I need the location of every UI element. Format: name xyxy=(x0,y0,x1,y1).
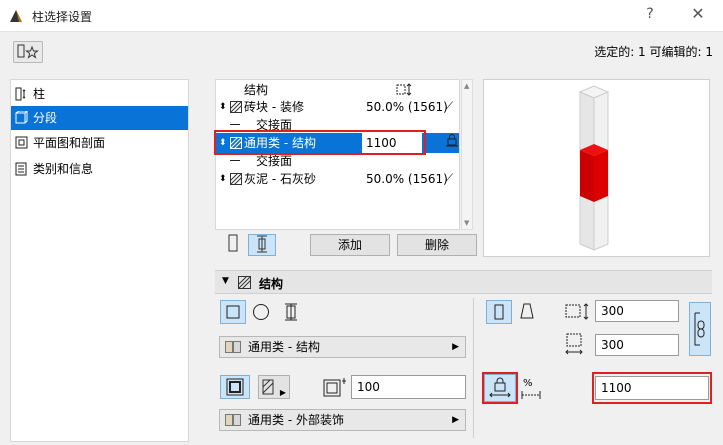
segment-value: 50.0% (1561) xyxy=(366,172,448,186)
straight-profile-icon xyxy=(494,304,504,320)
app-icon xyxy=(10,10,22,22)
highlight-box xyxy=(592,372,712,404)
depth-icon xyxy=(565,333,583,355)
material-swatch-icon xyxy=(225,414,233,426)
segment-name: 灰泥 - 石灰砂 xyxy=(244,172,316,186)
percent-height-button[interactable]: % xyxy=(520,376,542,400)
material-swatch-icon xyxy=(233,341,241,353)
core-button[interactable] xyxy=(220,375,250,399)
tapered-segment-button[interactable] xyxy=(248,234,276,256)
junction-line-icon xyxy=(230,124,240,125)
rectangle-icon xyxy=(226,305,240,319)
add-button[interactable]: 添加 xyxy=(310,234,390,256)
segment-name: 砖块 - 装修 xyxy=(244,100,304,114)
material-top-label: 通用类 - 结构 xyxy=(248,340,320,354)
height-icon xyxy=(396,83,412,96)
width-input[interactable]: 300 xyxy=(595,300,679,322)
veneer-type-dropdown[interactable]: ▶ xyxy=(258,375,290,399)
circle-icon xyxy=(253,304,269,320)
sidebar-item-label: 类别和信息 xyxy=(33,162,94,176)
hatch-icon xyxy=(230,101,242,113)
sidebar-item-label: 柱 xyxy=(33,87,46,101)
sidebar-item-floor-plan[interactable]: 平面图和剖面 xyxy=(11,131,188,155)
junction-line-icon xyxy=(230,160,240,161)
list-scrollbar[interactable]: ▲ ▼ xyxy=(461,79,473,230)
highlight-box xyxy=(482,372,518,404)
window-title: 柱选择设置 xyxy=(32,10,93,24)
straight-profile-button[interactable] xyxy=(486,300,512,324)
collapse-arrow-icon[interactable]: ▼ xyxy=(222,276,229,286)
hatch-icon xyxy=(238,276,251,289)
favorites-icon xyxy=(17,44,39,59)
title-bar: 柱选择设置 ? ✕ xyxy=(0,0,723,32)
percent-label: % xyxy=(523,378,533,389)
link-dimensions-button[interactable] xyxy=(689,302,711,356)
sidebar-item-category[interactable]: 类别和信息 xyxy=(11,157,188,181)
veneer-thickness-icon xyxy=(323,378,346,397)
link-icon[interactable]: ⟋ xyxy=(446,97,460,117)
list-item[interactable]: ⬍ 砖块 - 装修 50.0% (1561) ⟋ xyxy=(216,97,459,117)
depth-input[interactable]: 300 xyxy=(595,334,679,356)
lock-icon[interactable] xyxy=(445,133,459,147)
dropdown-arrow-icon: ▶ xyxy=(452,342,459,352)
proportional-icon xyxy=(521,391,541,399)
straight-segment-icon xyxy=(228,234,238,252)
scroll-down-icon[interactable]: ▼ xyxy=(464,219,469,227)
material-bottom-label: 通用类 - 外部装饰 xyxy=(248,413,344,427)
column-icon xyxy=(15,87,26,101)
i-beam-segment-icon xyxy=(257,235,267,253)
tapered-profile-button[interactable] xyxy=(519,302,539,322)
material-swatch-icon xyxy=(233,414,241,426)
column-3d-icon xyxy=(578,85,610,251)
dropdown-arrow-icon: ▶ xyxy=(279,388,286,397)
divider xyxy=(473,298,474,438)
sidebar-item-segments[interactable]: 分段 xyxy=(11,106,188,130)
list-item[interactable]: ⬍ 灰泥 - 石灰砂 50.0% (1561) ⟋ xyxy=(216,169,459,189)
i-beam-icon xyxy=(285,303,297,321)
circle-shape-button[interactable] xyxy=(251,302,273,324)
structure-section-header[interactable]: ▼ 结构 xyxy=(215,270,712,294)
veneer-hatch-icon xyxy=(262,379,274,395)
scroll-up-icon[interactable]: ▲ xyxy=(464,82,469,90)
highlight-box xyxy=(214,130,426,155)
sidebar-item-label: 分段 xyxy=(33,111,58,125)
material-top-dropdown[interactable]: 通用类 - 结构 ▶ xyxy=(219,336,466,358)
rectangle-shape-button[interactable] xyxy=(220,300,246,324)
material-bottom-dropdown[interactable]: 通用类 - 外部装饰 ▶ xyxy=(219,409,466,431)
sidebar-item-label: 平面图和剖面 xyxy=(33,136,106,150)
core-icon xyxy=(226,378,244,396)
sidebar: 柱 分段 平面图和剖面 类别和信息 xyxy=(10,79,189,442)
profile-shape-button[interactable] xyxy=(281,302,303,324)
dropdown-arrow-icon: ▶ xyxy=(452,415,459,425)
help-button[interactable]: ? xyxy=(640,6,660,22)
close-button[interactable]: ✕ xyxy=(688,4,708,23)
section-title: 结构 xyxy=(259,277,284,291)
width-icon xyxy=(565,303,589,320)
material-swatch-icon xyxy=(225,341,233,353)
column-preview xyxy=(483,79,710,257)
veneer-thickness-input[interactable]: 100 xyxy=(351,375,466,399)
drag-handle-icon[interactable]: ⬍ xyxy=(219,169,227,189)
selection-info: 选定的: 1 可编辑的: 1 xyxy=(594,45,713,59)
chain-link-icon xyxy=(694,312,705,346)
straight-segment-button[interactable] xyxy=(221,234,245,256)
delete-button[interactable]: 删除 xyxy=(397,234,477,256)
floor-plan-icon xyxy=(15,136,28,149)
segments-icon xyxy=(15,111,28,124)
category-icon xyxy=(15,162,27,176)
tapered-profile-icon xyxy=(520,303,534,319)
sidebar-item-column[interactable]: 柱 xyxy=(11,82,188,106)
link-icon[interactable]: ⟋ xyxy=(446,169,460,189)
drag-handle-icon[interactable]: ⬍ xyxy=(219,97,227,117)
favorites-button[interactable] xyxy=(13,41,43,63)
hatch-icon xyxy=(230,173,242,185)
segment-value: 50.0% (1561) xyxy=(366,100,448,114)
